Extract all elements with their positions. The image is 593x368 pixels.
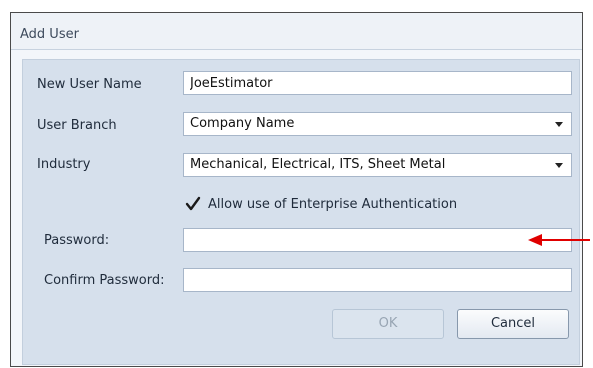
left-arrow-icon xyxy=(528,234,590,246)
dialog-titlebar: Add User xyxy=(11,13,582,50)
industry-value: Mechanical, Electrical, ITS, Sheet Metal xyxy=(190,157,446,172)
chevron-down-icon xyxy=(555,122,563,127)
cancel-button[interactable]: Cancel xyxy=(457,309,569,339)
confirm-password-input[interactable] xyxy=(183,268,572,292)
checkmark-icon xyxy=(185,196,201,211)
new-user-name-input[interactable] xyxy=(183,71,572,95)
industry-select[interactable]: Mechanical, Electrical, ITS, Sheet Metal xyxy=(183,153,572,177)
password-input[interactable] xyxy=(183,228,572,252)
dialog-title: Add User xyxy=(20,27,79,42)
user-branch-value: Company Name xyxy=(190,116,295,131)
industry-label: Industry xyxy=(37,157,91,172)
new-user-name-label: New User Name xyxy=(37,77,142,92)
enterprise-auth-label: Allow use of Enterprise Authentication xyxy=(208,196,458,212)
user-branch-select[interactable]: Company Name xyxy=(183,112,572,136)
chevron-down-icon xyxy=(555,163,563,168)
user-branch-label: User Branch xyxy=(37,118,117,133)
confirm-password-label: Confirm Password: xyxy=(44,273,165,288)
enterprise-auth-checkbox[interactable] xyxy=(184,195,202,213)
enterprise-auth-option[interactable]: Allow use of Enterprise Authentication xyxy=(184,195,457,213)
password-label: Password: xyxy=(44,233,110,248)
ok-button[interactable]: OK xyxy=(332,309,444,339)
